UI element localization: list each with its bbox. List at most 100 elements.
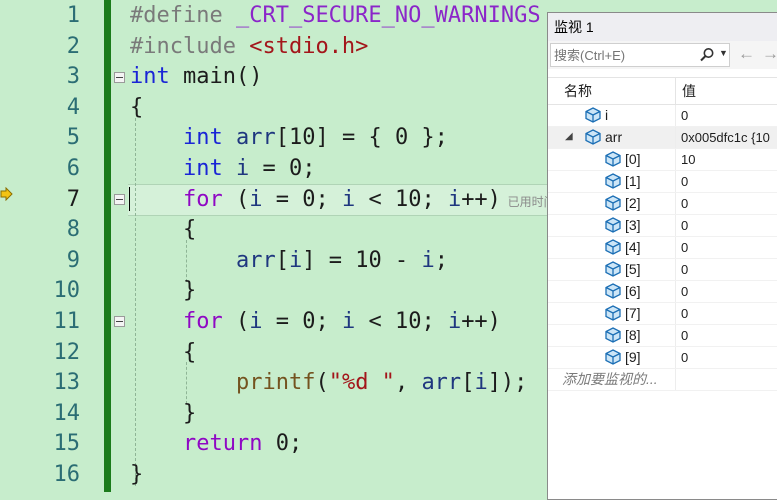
watch-row-value[interactable]: 0: [675, 259, 777, 280]
code-token: {: [130, 217, 197, 243]
code-token: #define: [130, 3, 236, 28]
dropdown-arrow-icon[interactable]: ▼: [719, 48, 728, 58]
watch-window-title[interactable]: 监视 1: [548, 13, 777, 41]
code-token: {: [130, 94, 144, 120]
watch-row-value[interactable]: 0: [675, 237, 777, 258]
variable-cube-icon: [584, 107, 602, 123]
watch-row-name: [0]: [625, 151, 641, 167]
watch-row-value[interactable]: 0: [675, 325, 777, 346]
variable-cube-icon: [604, 305, 622, 321]
code-token: return: [182, 431, 263, 457]
watch-row-value[interactable]: 0: [675, 347, 777, 368]
code-token: ] = 10 -: [302, 247, 422, 273]
code-token: }: [130, 278, 197, 304]
watch-row-name: arr: [605, 129, 623, 145]
code-token: }: [130, 400, 197, 426]
code-line[interactable]: int arr[10] = { 0 };: [130, 123, 448, 153]
code-token: arr: [235, 125, 276, 151]
add-watch-placeholder: 添加要监视的...: [562, 371, 658, 387]
watch-row-value[interactable]: 0: [675, 281, 777, 302]
text-cursor: [129, 187, 130, 211]
watch-row[interactable]: [4] 0: [548, 237, 777, 259]
code-token: (: [315, 370, 329, 396]
watch-row[interactable]: [5] 0: [548, 259, 777, 281]
variable-cube-icon: [584, 129, 602, 145]
code-line[interactable]: return 0;: [130, 429, 302, 459]
code-token: main(): [169, 64, 263, 90]
watch-rows: i 0 ◢ arr 0x005dfc1c {10 [0] 10 [1] 0 [2] 0 [3] 0 [4]…: [548, 105, 777, 369]
code-token: ]);: [487, 370, 528, 396]
code-token: int: [182, 156, 223, 181]
code-token: = 0;: [262, 186, 342, 212]
code-token: <stdio.h>: [249, 33, 369, 59]
variable-cube-icon: [604, 283, 622, 299]
watch-row-value[interactable]: 0: [675, 303, 777, 324]
code-token: ;: [434, 247, 448, 273]
watch-row[interactable]: [9] 0: [548, 347, 777, 369]
code-line[interactable]: arr[i] = 10 - i;: [130, 246, 448, 276]
watch-row-name: [4]: [625, 239, 641, 255]
code-token: i: [249, 309, 263, 334]
variable-cube-icon: [604, 327, 622, 343]
watch-row[interactable]: [3] 0: [548, 215, 777, 237]
code-token: = 0;: [262, 309, 342, 334]
code-token: ,: [394, 370, 422, 396]
watch-row[interactable]: [1] 0: [548, 171, 777, 193]
code-line[interactable]: {: [130, 93, 143, 123]
code-line[interactable]: for (i = 0; i < 10; i++): [130, 307, 501, 337]
search-input[interactable]: [554, 46, 694, 64]
code-line[interactable]: #define _CRT_SECURE_NO_WARNINGS: [130, 1, 541, 31]
watch-row-value[interactable]: 0: [675, 193, 777, 214]
search-box[interactable]: ▼: [550, 43, 730, 67]
watch-row-name: [7]: [625, 305, 641, 321]
watch-row[interactable]: ◢ arr 0x005dfc1c {10: [548, 127, 777, 149]
watch-window[interactable]: 监视 1 ▼ ← → 名称 值 i0 ◢ arr 0x005dfc1c {10 [0] 1…: [547, 12, 777, 500]
watch-row[interactable]: i0: [548, 105, 777, 127]
watch-row[interactable]: [2] 0: [548, 193, 777, 215]
search-icon[interactable]: [699, 47, 715, 63]
code-token: (: [222, 186, 250, 212]
code-token: i: [288, 247, 303, 273]
watch-row-name: [5]: [625, 261, 641, 277]
variable-cube-icon: [604, 217, 622, 233]
forward-arrow-icon[interactable]: →: [762, 44, 777, 64]
expand-triangle-icon[interactable]: ◢: [565, 131, 573, 142]
watch-row[interactable]: [7] 0: [548, 303, 777, 325]
code-token: "%d ": [328, 370, 395, 396]
code-line[interactable]: }: [130, 276, 196, 306]
code-line[interactable]: int i = 0;: [130, 154, 315, 184]
code-token: < 10;: [355, 309, 448, 334]
code-line[interactable]: }: [130, 460, 143, 490]
code-token: i: [447, 186, 462, 212]
code-line[interactable]: #include <stdio.h>: [130, 32, 368, 62]
code-line[interactable]: int main(): [130, 62, 262, 92]
watch-row-value[interactable]: 0: [675, 105, 777, 126]
column-header-name[interactable]: 名称: [558, 78, 674, 104]
variable-cube-icon: [604, 349, 622, 365]
watch-row-value[interactable]: 0x005dfc1c {10: [675, 127, 777, 148]
watch-row-name: [8]: [625, 327, 641, 343]
watch-row-value[interactable]: 10: [675, 149, 777, 170]
code-line[interactable]: }: [130, 399, 196, 429]
code-line[interactable]: printf("%d ", arr[i]);: [130, 368, 527, 398]
code-line[interactable]: {: [130, 338, 196, 368]
add-watch-row[interactable]: 添加要监视的...: [548, 369, 777, 391]
watch-row[interactable]: [8] 0: [548, 325, 777, 347]
code-line[interactable]: {: [130, 215, 196, 245]
back-arrow-icon[interactable]: ←: [738, 44, 755, 64]
watch-row[interactable]: [6] 0: [548, 281, 777, 303]
watch-row[interactable]: [0] 10: [548, 149, 777, 171]
code-line[interactable]: for (i = 0; i < 10; i++) 已用时间: [130, 185, 556, 215]
code-token: 0;: [262, 431, 303, 457]
code-token: int: [130, 64, 170, 90]
column-header-value[interactable]: 值: [675, 78, 777, 104]
watch-row-value[interactable]: 0: [675, 215, 777, 236]
watch-toolbar: ▼ ← →: [548, 41, 777, 69]
watch-row-value[interactable]: 0: [675, 171, 777, 192]
watch-row-name: [2]: [625, 195, 641, 211]
